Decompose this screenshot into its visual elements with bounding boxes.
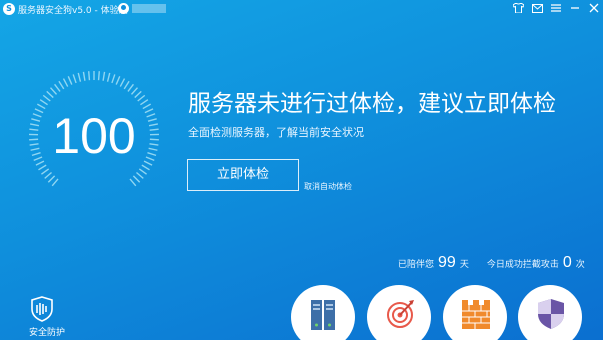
days-value: 99 — [438, 254, 456, 271]
window-title: 服务器安全狗v5.0 - 体验版 — [18, 6, 128, 16]
blocked-label: 今日成功拦截攻击 — [486, 260, 559, 270]
window-controls — [512, 2, 600, 14]
days-unit: 天 — [459, 260, 469, 270]
status-headline: 服务器未进行过体检，建议立即体检 — [188, 91, 556, 117]
status-subline: 全面检测服务器，了解当前安全状况 — [188, 126, 364, 139]
target-icon — [387, 300, 414, 328]
mail-icon[interactable] — [531, 2, 543, 14]
firewall-icon — [462, 300, 490, 329]
title-bar: S 服务器安全狗v5.0 - 体验版 — [0, 0, 603, 18]
attack-defense-button[interactable] — [367, 285, 431, 340]
check-now-button[interactable]: 立即体检 — [187, 159, 299, 191]
skin-icon[interactable] — [512, 2, 524, 14]
blocked-value: 0 — [562, 254, 572, 271]
days-label: 已陪伴您 — [398, 260, 435, 270]
stats-bar: 已陪伴您 99 天 今日成功拦截攻击 0 次 — [398, 254, 585, 272]
security-protection-label[interactable]: 安全防护 — [29, 325, 65, 338]
server-icon — [311, 300, 335, 330]
server-check-button[interactable] — [291, 285, 355, 340]
firewall-button[interactable] — [443, 285, 507, 340]
close-icon[interactable] — [588, 2, 600, 14]
security-score: 100 — [52, 108, 136, 164]
shield-icon — [538, 299, 564, 329]
user-name-masked[interactable] — [132, 4, 166, 13]
cancel-auto-check-link[interactable]: 取消自动体检 — [304, 181, 352, 192]
score-gauge: 100 — [28, 70, 160, 202]
menu-icon[interactable] — [550, 2, 562, 14]
security-shield-icon[interactable] — [30, 296, 54, 322]
main-window: S 服务器安全狗v5.0 - 体验版 100 服务器未进行过体检，建议立即体检 — [0, 0, 603, 340]
shield-protection-button[interactable] — [518, 285, 582, 340]
user-avatar[interactable] — [118, 3, 129, 14]
minimize-icon[interactable] — [569, 2, 581, 14]
blocked-unit: 次 — [575, 260, 585, 270]
app-logo: S — [3, 3, 15, 15]
